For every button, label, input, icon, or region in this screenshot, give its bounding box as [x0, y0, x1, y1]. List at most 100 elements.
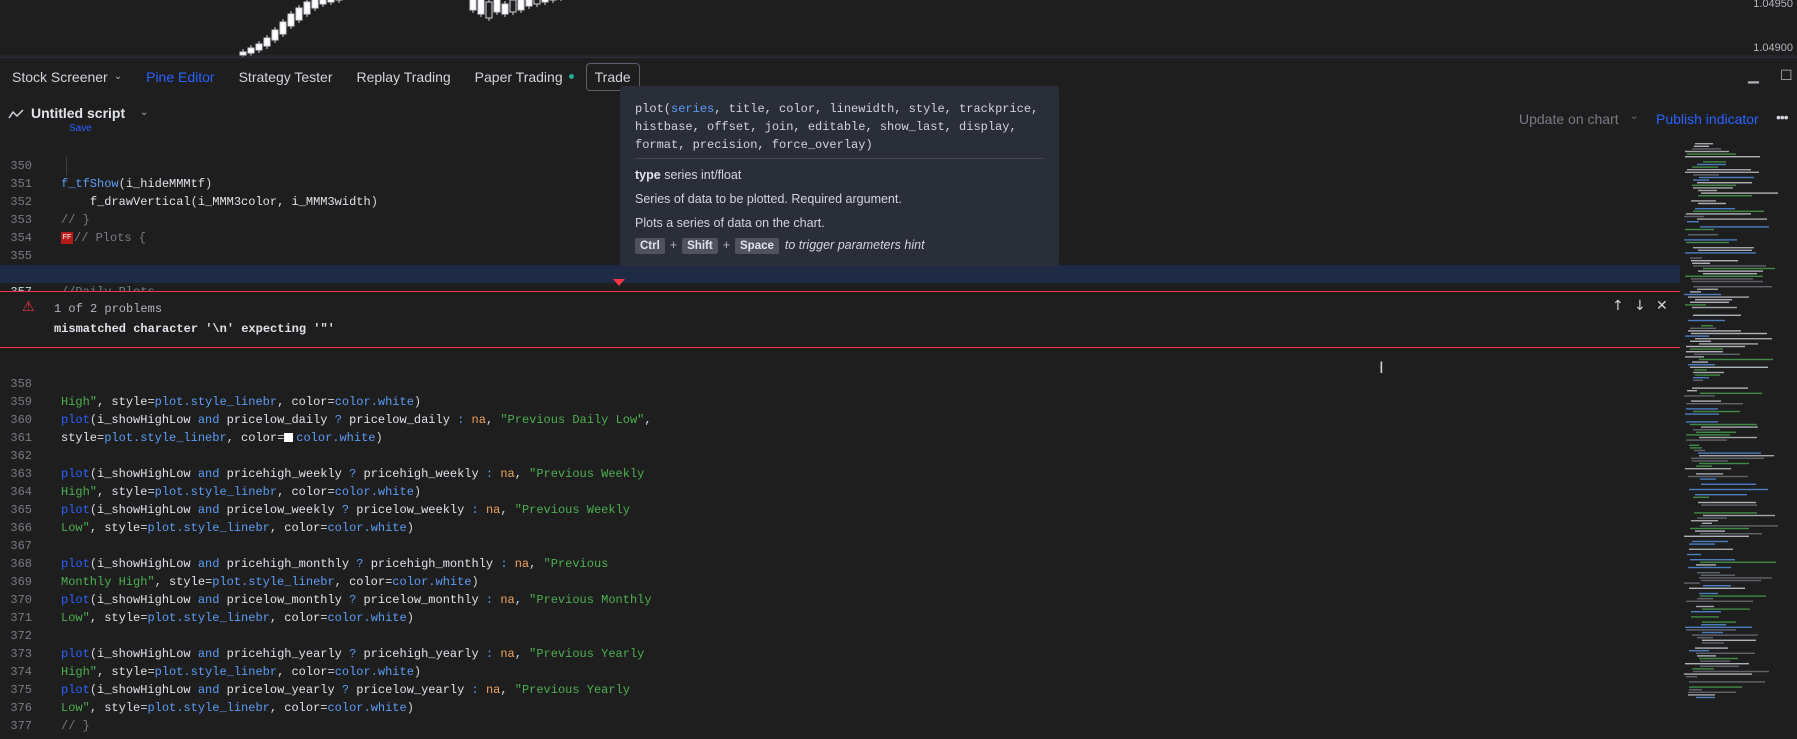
arrow-down-icon[interactable]: ↓ — [1634, 298, 1646, 314]
code-line-current[interactable]: 357 plot(i_showHighLow and pricehigh_dai… — [0, 265, 1680, 317]
minimap-line — [1698, 452, 1761, 454]
minimap-line — [1697, 598, 1713, 600]
tab-stock-screener[interactable]: Stock Screener ⌄ — [0, 63, 134, 91]
code-line[interactable]: 370 Low", style=plot.style_linebr, color… — [0, 573, 1680, 625]
candle-body — [255, 43, 263, 51]
update-on-chart-button[interactable]: Update on chart — [1519, 111, 1619, 127]
minimap-line — [1691, 457, 1764, 459]
minimap-line — [1699, 657, 1738, 660]
minimap-line — [1696, 652, 1755, 654]
code-line[interactable]: 365 Low", style=plot.style_linebr, color… — [0, 483, 1680, 535]
tab-pine-editor[interactable]: Pine Editor — [134, 63, 226, 91]
save-button[interactable]: Save — [69, 123, 92, 134]
minimap-line — [1701, 624, 1726, 626]
chevron-down-icon[interactable]: ⌄ — [140, 107, 148, 118]
code-line[interactable]: 373 High", style=plot.style_linebr, colo… — [0, 627, 1680, 679]
minimap-preview — [1684, 143, 1778, 699]
minimap-line — [1687, 153, 1736, 155]
minimap-line — [1696, 564, 1716, 566]
code-line[interactable]: 358 High", style=plot.style_linebr, colo… — [0, 357, 1680, 409]
candle-body — [517, 0, 525, 11]
candle-body — [279, 21, 287, 35]
tab-strategy-tester[interactable]: Strategy Tester — [227, 63, 345, 91]
minimap-line — [1690, 423, 1757, 426]
minimap-line — [1695, 494, 1747, 496]
chevron-down-icon[interactable]: ⌄ — [1630, 111, 1638, 122]
minimap-line — [1685, 171, 1759, 173]
candle-body — [303, 1, 311, 15]
code-line[interactable]: 378 — [0, 717, 1680, 739]
publish-indicator-button[interactable]: Publish indicator — [1656, 111, 1759, 127]
parameter-hint-tooltip: plot(series, title, color, linewidth, st… — [620, 86, 1059, 266]
code-line[interactable]: 361 — [0, 411, 1680, 445]
minimap-line — [1697, 517, 1727, 519]
minimap-line — [1693, 286, 1772, 288]
code-minimap[interactable] — [1680, 139, 1797, 739]
code-line[interactable]: 368 Monthly High", style=plot.style_line… — [0, 537, 1680, 589]
minimize-icon[interactable]: ▁ — [1748, 67, 1759, 84]
code-line[interactable]: 369 plot(i_showHighLow and pricelow_mont… — [0, 555, 1680, 607]
chart-area[interactable]: 1.04950 1.04900 — [0, 0, 1797, 57]
param-description: Series of data to be plotted. Required a… — [635, 192, 902, 206]
candle-body — [469, 0, 477, 11]
minimap-line — [1692, 387, 1748, 389]
code-line[interactable]: 371 — [0, 591, 1680, 625]
key-space: Space — [735, 238, 779, 254]
minimap-line — [1692, 262, 1710, 264]
minimap-line — [1698, 189, 1717, 192]
minimap-line — [1697, 218, 1767, 220]
maximize-icon[interactable]: ☐ — [1780, 67, 1793, 84]
minimap-line — [1694, 512, 1757, 514]
code-line[interactable]: 366 — [0, 501, 1680, 535]
minimap-line — [1684, 673, 1752, 675]
active-parameter: series — [671, 102, 715, 116]
minimap-line — [1688, 694, 1715, 696]
minimap-line — [1687, 169, 1751, 171]
code-line[interactable]: 374 plot(i_showHighLow and pricelow_year… — [0, 645, 1680, 697]
minimap-line — [1686, 403, 1743, 405]
minimap-line — [1700, 665, 1739, 667]
script-title[interactable]: Untitled script — [31, 105, 125, 121]
candle-body — [327, 0, 335, 3]
minimap-line — [1700, 533, 1762, 535]
minimap-line — [1685, 356, 1704, 358]
minimap-line — [1695, 374, 1720, 376]
minimap-line — [1696, 465, 1712, 467]
minimap-line — [1692, 166, 1718, 168]
candle-body — [525, 0, 533, 7]
minimap-line — [1693, 371, 1724, 374]
candle-body — [239, 51, 247, 56]
minimap-line — [1701, 192, 1778, 194]
code-line[interactable]: 372 plot(i_showHighLow and pricehigh_yea… — [0, 609, 1680, 661]
code-line[interactable]: 362 plot(i_showHighLow and pricehigh_wee… — [0, 429, 1680, 481]
close-icon[interactable]: ✕ — [1656, 298, 1668, 314]
code-line[interactable]: 377 — [0, 699, 1680, 733]
code-line[interactable]: 363 High", style=plot.style_linebr, colo… — [0, 447, 1680, 499]
arrow-up-icon[interactable]: ↑ — [1612, 298, 1624, 314]
code-line[interactable]: 359 plot(i_showHighLow and pricelow_dail… — [0, 375, 1680, 427]
minimap-line — [1700, 226, 1769, 228]
key-shift: Shift — [682, 238, 718, 254]
chevron-down-icon[interactable]: ⌄ — [114, 71, 122, 82]
minimap-line — [1691, 520, 1718, 522]
minimap-line — [1695, 208, 1735, 210]
code-line[interactable]: 364 plot(i_showHighLow and pricelow_week… — [0, 465, 1680, 517]
minimap-line — [1693, 179, 1709, 181]
code-line[interactable]: 375 Low", style=plot.style_linebr, color… — [0, 663, 1680, 715]
tab-label: Strategy Tester — [238, 68, 333, 85]
minimap-line — [1695, 530, 1725, 532]
code-line[interactable]: 360 style=plot.style_linebr, color= color… — [0, 393, 1680, 445]
minimap-line — [1691, 200, 1716, 202]
code-line[interactable]: 376 // } — [0, 681, 1680, 733]
minimap-line — [1691, 400, 1721, 402]
tab-replay-trading[interactable]: Replay Trading — [345, 63, 463, 91]
tab-paper-trading[interactable]: Paper Trading — [463, 63, 586, 91]
minimap-line — [1697, 288, 1718, 290]
more-options-icon[interactable]: ••• — [1776, 109, 1789, 125]
minimap-line — [1690, 559, 1735, 561]
tab-label: Paper Trading — [474, 68, 563, 85]
minimap-line — [1686, 600, 1753, 602]
code-line[interactable]: 367 plot(i_showHighLow and pricehigh_mon… — [0, 519, 1680, 571]
minimap-line — [1699, 592, 1718, 595]
candle-body — [485, 1, 493, 19]
